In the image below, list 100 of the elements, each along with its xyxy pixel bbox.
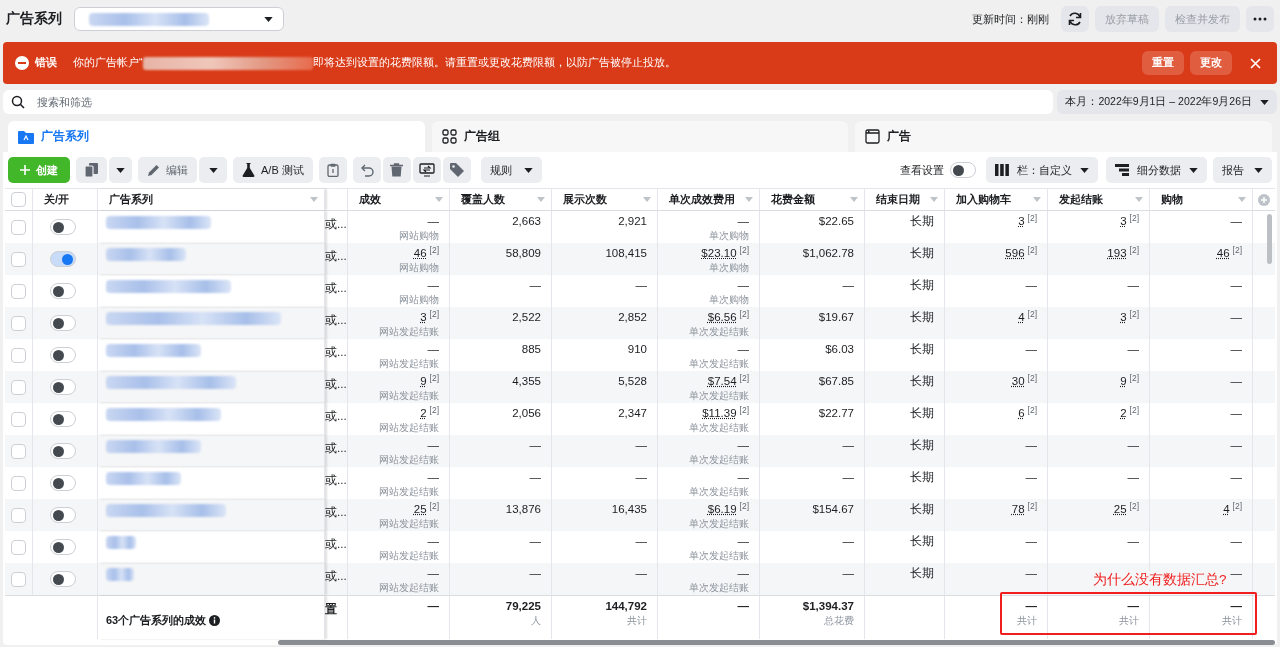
table-cell: 58,809 <box>505 246 541 261</box>
swap-button[interactable] <box>412 157 441 183</box>
column-header[interactable]: 结束日期 <box>876 192 938 207</box>
dropdown-button[interactable] <box>199 157 227 183</box>
reports-button[interactable]: 报告 <box>1213 157 1272 183</box>
search-field[interactable]: 搜索和筛选 <box>35 95 1054 109</box>
checkbox[interactable] <box>11 571 26 587</box>
tab[interactable]: 广告组 <box>431 121 849 152</box>
cell-caption: 共计 <box>1222 614 1242 627</box>
column-header[interactable]: 花费金额 <box>771 192 858 207</box>
column-header[interactable]: 成效 <box>359 192 443 207</box>
toggle-switch[interactable] <box>50 347 76 363</box>
vertical-scrollbar[interactable] <box>1267 214 1272 264</box>
tag-button[interactable] <box>442 157 471 183</box>
duplicate-button[interactable] <box>76 157 107 183</box>
toggle-switch[interactable] <box>50 507 76 523</box>
table-cell: — <box>1230 438 1242 453</box>
table-cell: — <box>842 534 854 549</box>
banner-button[interactable]: 更改 <box>1190 51 1232 75</box>
checkbox[interactable] <box>11 192 26 207</box>
table-cell: 2,347 <box>618 406 647 421</box>
cell-caption: 网站发起结账 <box>379 389 439 402</box>
toggle-switch[interactable] <box>950 162 976 178</box>
checkbox[interactable] <box>11 475 26 491</box>
breakdown-button[interactable]: 细分数据 <box>1106 157 1207 183</box>
search-bar[interactable]: 搜索和筛选 <box>3 90 1054 114</box>
cell-caption: 共计 <box>627 614 647 627</box>
rules-button[interactable]: 规则 <box>480 157 542 183</box>
caret-icon <box>1189 167 1198 173</box>
table-cell: 46 $^{[2]}$ <box>1216 246 1242 261</box>
info-icon[interactable] <box>209 614 221 626</box>
search-icon <box>11 95 25 109</box>
undo-button[interactable] <box>352 157 381 183</box>
checkbox[interactable] <box>11 283 26 299</box>
toggle-switch[interactable] <box>50 315 76 331</box>
refresh-icon <box>1067 11 1083 27</box>
annotation-text: 为什么没有数据汇总? <box>1093 571 1227 589</box>
table-cell: — <box>427 438 439 453</box>
table-cell: 3 $^{[2]}$ <box>1120 214 1139 229</box>
checkbox[interactable] <box>11 539 26 555</box>
cell-caption: 网站发起结账 <box>379 325 439 338</box>
toggle-switch[interactable] <box>50 571 76 587</box>
table-cell: 885 <box>521 342 541 357</box>
column-header[interactable]: 加入购物车 <box>956 192 1041 207</box>
table-cell: 4 $^{[2]}$ <box>1018 310 1037 325</box>
delete-button[interactable] <box>382 157 411 183</box>
column-header[interactable]: 关/开 <box>44 192 91 207</box>
tab[interactable]: 广告 <box>855 121 1272 152</box>
dropdown-button[interactable] <box>109 157 132 183</box>
checkbox[interactable] <box>11 347 26 363</box>
checkbox[interactable] <box>11 219 26 235</box>
clipboard-button[interactable] <box>318 157 347 183</box>
horizontal-scrollbar[interactable] <box>278 640 1275 645</box>
column-header[interactable]: 展示次数 <box>563 192 651 207</box>
toggle-switch[interactable] <box>50 411 76 427</box>
tab[interactable]: 广告系列 <box>8 121 425 152</box>
column-header[interactable]: 广告系列 <box>109 192 318 207</box>
checkbox[interactable] <box>11 507 26 523</box>
table-cell: 2 $^{[2]}$ <box>420 406 439 421</box>
column-header[interactable]: 发起结账 <box>1059 192 1143 207</box>
more-button[interactable] <box>1246 6 1274 32</box>
toggle-switch[interactable] <box>50 219 76 235</box>
table-cell: $11.39 $^{[2]}$ <box>702 406 749 421</box>
toggle-switch[interactable] <box>50 475 76 491</box>
table-cell: — <box>842 278 854 293</box>
checkbox[interactable] <box>11 251 26 267</box>
checkbox[interactable] <box>11 411 26 427</box>
toggle-switch[interactable] <box>50 379 76 395</box>
table-cell: 193 $^{[2]}$ <box>1107 246 1139 261</box>
checkbox[interactable] <box>11 379 26 395</box>
toggle-switch[interactable] <box>50 539 76 555</box>
table-cell: 长期 <box>910 438 934 453</box>
sort-icon <box>1135 197 1143 202</box>
refresh-button[interactable] <box>1061 6 1089 32</box>
table-cell: $22.77 <box>818 406 854 421</box>
plus-icon <box>20 165 30 175</box>
bars-icon <box>1115 164 1129 176</box>
column-header[interactable]: 覆盖人数 <box>461 192 545 207</box>
summary-cell: — <box>1127 599 1139 614</box>
monitor-icon <box>418 163 435 177</box>
table-cell: — <box>1127 342 1139 357</box>
table-cell: 6 $^{[2]}$ <box>1018 406 1037 421</box>
ab-test-button[interactable]: A/B 测试 <box>233 157 313 183</box>
table-cell: 或... <box>325 505 347 520</box>
caret-icon <box>1254 167 1263 173</box>
table-cell: 长期 <box>910 374 934 389</box>
column-header[interactable]: 单次成效费用 <box>669 192 753 207</box>
columns-button[interactable]: 栏：自定义 <box>986 157 1098 183</box>
date-range-button[interactable]: 本月：2022年9月1日 – 2022年9月26日 <box>1057 90 1277 114</box>
toggle-switch[interactable] <box>50 251 76 267</box>
table-cell: — <box>529 438 541 453</box>
checkbox[interactable] <box>11 315 26 331</box>
toggle-switch[interactable] <box>50 443 76 459</box>
edit-button[interactable]: 编辑 <box>138 157 197 183</box>
toggle-switch[interactable] <box>50 283 76 299</box>
table-cell: — <box>635 278 647 293</box>
folder-icon <box>18 129 34 144</box>
checkbox[interactable] <box>11 443 26 459</box>
banner-button[interactable]: 重置 <box>1142 51 1184 75</box>
column-header[interactable]: 购物 <box>1161 192 1246 207</box>
